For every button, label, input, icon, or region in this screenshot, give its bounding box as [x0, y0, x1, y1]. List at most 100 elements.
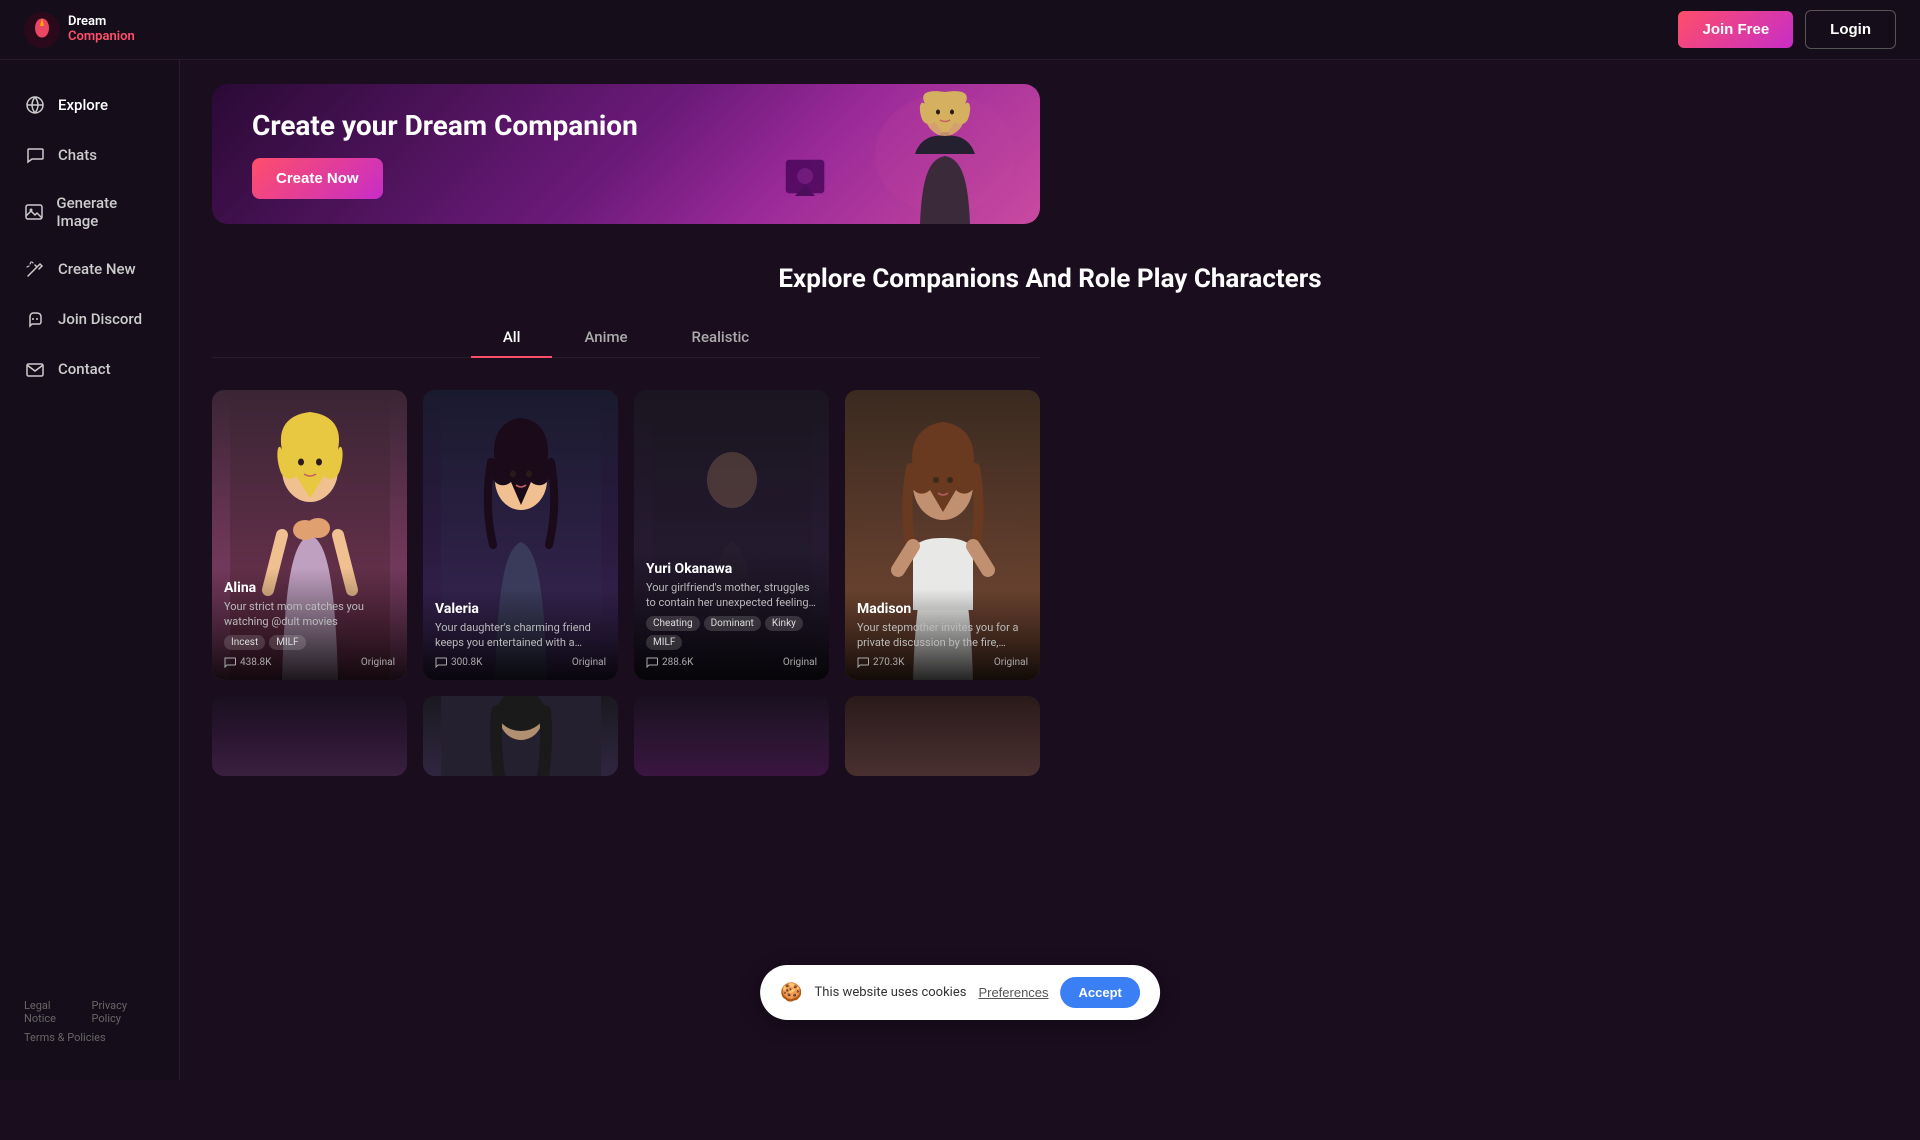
sidebar-contact-label: Contact: [58, 360, 111, 378]
card-row2-2-image: [423, 696, 618, 776]
hero-title: Create your Dream Companion: [252, 109, 638, 142]
card-yuri-tags: Cheating Dominant Kinky MILF: [646, 616, 817, 650]
card-alina-name: Alina: [224, 580, 395, 596]
card-row2-4-image: [845, 696, 1040, 776]
discord-icon: [24, 308, 46, 330]
card-madison-overlay: Madison Your stepmother invites you for …: [845, 589, 1040, 680]
card-row2-1-image: [212, 696, 407, 776]
tag-dominant: Dominant: [704, 616, 761, 631]
sidebar-item-chats[interactable]: Chats: [0, 130, 179, 180]
tag-cheating: Cheating: [646, 616, 700, 631]
card-yuri-overlay: Yuri Okanawa Your girlfriend's mother, s…: [634, 549, 829, 680]
card-madison-badge: Original: [994, 657, 1028, 668]
card-row2-3-image: [634, 696, 829, 776]
tag-kinky: Kinky: [765, 616, 803, 631]
card-yuri-badge: Original: [783, 657, 817, 668]
sidebar-generate-label: Generate Image: [56, 194, 155, 230]
terms-policies-link[interactable]: Terms & Policies: [24, 1031, 155, 1044]
companions-grid: Alina Your strict mom catches you watchi…: [212, 390, 1040, 680]
join-free-button[interactable]: Join Free: [1678, 11, 1793, 48]
tag-incest: Incest: [224, 635, 265, 650]
hero-character: [860, 84, 1030, 224]
globe-icon: [24, 94, 46, 116]
card-valeria[interactable]: Valeria Your daughter's charming friend …: [423, 390, 618, 680]
privacy-policy-link[interactable]: Privacy Policy: [92, 999, 156, 1025]
card-yuri-footer: 288.6K Original: [646, 656, 817, 668]
card-madison-name: Madison: [857, 601, 1028, 617]
wand-icon: [24, 258, 46, 280]
explore-section-title: Explore Companions And Role Play Charact…: [212, 264, 1888, 294]
card-valeria-overlay: Valeria Your daughter's charming friend …: [423, 589, 618, 680]
create-now-button[interactable]: Create Now: [252, 158, 383, 199]
card-yuri-name: Yuri Okanawa: [646, 561, 817, 577]
card-madison-footer: 270.3K Original: [857, 656, 1028, 668]
accept-button[interactable]: Accept: [1061, 977, 1140, 1008]
card-row2-1[interactable]: [212, 696, 407, 776]
card-alina-count-container: 438.8K: [224, 656, 271, 668]
card-alina-desc: Your strict mom catches you watching @du…: [224, 600, 395, 629]
companions-grid-row2: [212, 696, 1040, 776]
hero-text: Create your Dream Companion Create Now: [252, 109, 638, 199]
card-alina-badge: Original: [361, 657, 395, 668]
card-valeria-name: Valeria: [435, 601, 606, 617]
cookie-message: This website uses cookies: [815, 985, 967, 1000]
sidebar-item-explore[interactable]: Explore: [0, 80, 179, 130]
header-buttons: Join Free Login: [1678, 10, 1896, 49]
chat-icon: [24, 144, 46, 166]
card-madison[interactable]: Madison Your stepmother invites you for …: [845, 390, 1040, 680]
sidebar-footer-links: Legal Notice Privacy Policy: [24, 999, 155, 1025]
card-madison-count-container: 270.3K: [857, 656, 904, 668]
sidebar-item-create-new[interactable]: Create New: [0, 244, 179, 294]
logo-dream-text: Dream: [68, 15, 135, 29]
login-button[interactable]: Login: [1805, 10, 1896, 49]
card-yuri[interactable]: Yuri Okanawa Your girlfriend's mother, s…: [634, 390, 829, 680]
sidebar-footer: Legal Notice Privacy Policy Terms & Poli…: [0, 983, 179, 1060]
preferences-button[interactable]: Preferences: [978, 985, 1048, 1000]
hero-banner: Create your Dream Companion Create Now: [212, 84, 1040, 224]
tab-realistic[interactable]: Realistic: [660, 318, 782, 358]
logo-companion-text: Companion: [68, 30, 135, 44]
card-valeria-desc: Your daughter's charming friend keeps yo…: [435, 621, 606, 650]
card-madison-count: 270.3K: [873, 657, 904, 668]
tab-anime[interactable]: Anime: [552, 318, 659, 358]
card-madison-desc: Your stepmother invites you for a privat…: [857, 621, 1028, 650]
mail-icon: [24, 358, 46, 380]
card-row2-3[interactable]: [634, 696, 829, 776]
main-content: Create your Dream Companion Create Now: [180, 60, 1920, 1080]
message-count-icon-2: [435, 656, 447, 668]
sidebar-chats-label: Chats: [58, 146, 97, 164]
legal-notice-link[interactable]: Legal Notice: [24, 999, 82, 1025]
sidebar-item-generate-image[interactable]: Generate Image: [0, 180, 179, 244]
sidebar-item-discord[interactable]: Join Discord: [0, 294, 179, 344]
logo-icon: [24, 12, 60, 48]
message-count-icon-3: [646, 656, 658, 668]
message-count-icon-4: [857, 656, 869, 668]
card-row2-2[interactable]: [423, 696, 618, 776]
image-icon: [24, 201, 44, 223]
category-tabs: All Anime Realistic: [212, 318, 1040, 358]
card-alina-overlay: Alina Your strict mom catches you watchi…: [212, 568, 407, 680]
card-yuri-count: 288.6K: [662, 657, 693, 668]
tag-milf2: MILF: [646, 635, 682, 650]
card-valeria-count-container: 300.8K: [435, 656, 482, 668]
card-valeria-count: 300.8K: [451, 657, 482, 668]
tag-milf: MILF: [269, 635, 305, 650]
card-valeria-footer: 300.8K Original: [435, 656, 606, 668]
sidebar-item-contact[interactable]: Contact: [0, 344, 179, 394]
card-alina-tags: Incest MILF: [224, 635, 395, 650]
tab-all[interactable]: All: [471, 318, 553, 358]
card-yuri-desc: Your girlfriend's mother, struggles to c…: [646, 581, 817, 610]
header: Dream Companion Join Free Login: [0, 0, 1920, 60]
card-alina-footer: 438.8K Original: [224, 656, 395, 668]
logo[interactable]: Dream Companion: [24, 12, 135, 48]
hero-decoration: [780, 154, 840, 214]
card-row2-4[interactable]: [845, 696, 1040, 776]
cookie-icon: 🍪: [780, 982, 802, 1003]
sidebar-explore-label: Explore: [58, 96, 108, 114]
cookie-banner: 🍪 This website uses cookies Preferences …: [760, 965, 1160, 1020]
sidebar-discord-label: Join Discord: [58, 310, 142, 328]
card-alina-count: 438.8K: [240, 657, 271, 668]
sidebar: Explore Chats Generate Image Create New …: [0, 60, 180, 1080]
message-count-icon: [224, 656, 236, 668]
card-alina[interactable]: Alina Your strict mom catches you watchi…: [212, 390, 407, 680]
